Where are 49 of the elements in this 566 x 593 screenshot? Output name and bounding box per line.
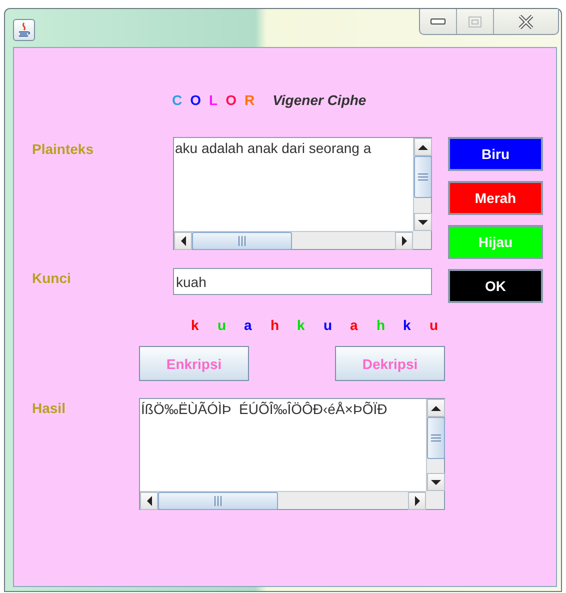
scroll-left-button[interactable] <box>140 492 158 510</box>
result-area[interactable]: ÍßÖ‰ËÙÃÓÌÞ ÉÚÕÎ‰ÎÖÔÐ‹éÅ×ÞÕÏÐ <box>139 398 445 510</box>
color-button[interactable]: Biru <box>448 137 543 171</box>
key-field[interactable]: kuah <box>173 268 432 295</box>
horizontal-scrollbar[interactable] <box>174 231 413 249</box>
scroll-thumb[interactable] <box>414 156 432 198</box>
scroll-right-button[interactable] <box>408 492 426 510</box>
scroll-left-button[interactable] <box>174 232 192 250</box>
text-content: aku adalah anak dari seorang a <box>174 139 372 158</box>
result-label: Hasil <box>32 400 66 416</box>
key-letter: h <box>270 317 280 335</box>
scrollbar-corner <box>413 231 431 249</box>
title-letter: C <box>172 92 182 108</box>
key-letter: u <box>218 317 228 335</box>
text-content: ÍßÖ‰ËÙÃÓÌÞ ÉÚÕÎ‰ÎÖÔÐ‹éÅ×ÞÕÏÐ <box>140 400 388 419</box>
scroll-up-button[interactable] <box>414 138 432 156</box>
maximize-icon <box>468 16 482 28</box>
scroll-thumb[interactable] <box>158 492 278 510</box>
key-letter: a <box>244 317 253 335</box>
color-button[interactable]: OK <box>448 269 543 303</box>
key-letter: k <box>403 317 412 335</box>
app-title: Vigener Ciphe <box>272 92 366 108</box>
scroll-thumb[interactable] <box>192 232 292 250</box>
cup-icon[interactable] <box>13 19 35 41</box>
key-letter: a <box>350 317 359 335</box>
scroll-up-button[interactable] <box>427 399 445 417</box>
color-button[interactable]: Merah <box>448 181 543 215</box>
scroll-down-button[interactable] <box>414 213 432 231</box>
title-letter: O <box>226 92 236 108</box>
key-letter: u <box>430 317 440 335</box>
title-letter: O <box>190 92 202 108</box>
title-letter: R <box>244 92 255 108</box>
scroll-thumb[interactable] <box>427 417 445 459</box>
close-icon <box>518 14 534 28</box>
key-label: Kunci <box>32 270 71 286</box>
key-letter: k <box>297 317 306 335</box>
minimize-icon <box>430 18 446 26</box>
horizontal-scrollbar[interactable] <box>140 491 426 509</box>
vertical-scrollbar[interactable] <box>426 399 444 491</box>
key-letter: h <box>376 317 386 335</box>
plaintext-area[interactable]: aku adalah anak dari seorang a <box>173 137 432 250</box>
plaintext-label: Plainteks <box>32 141 94 157</box>
vertical-scrollbar[interactable] <box>413 138 431 231</box>
key-letter: u <box>324 317 334 335</box>
key-letter: k <box>191 317 200 335</box>
scroll-right-button[interactable] <box>395 232 413 250</box>
scroll-down-button[interactable] <box>427 473 445 491</box>
title-letter: L <box>209 92 218 108</box>
scrollbar-corner <box>426 491 444 509</box>
